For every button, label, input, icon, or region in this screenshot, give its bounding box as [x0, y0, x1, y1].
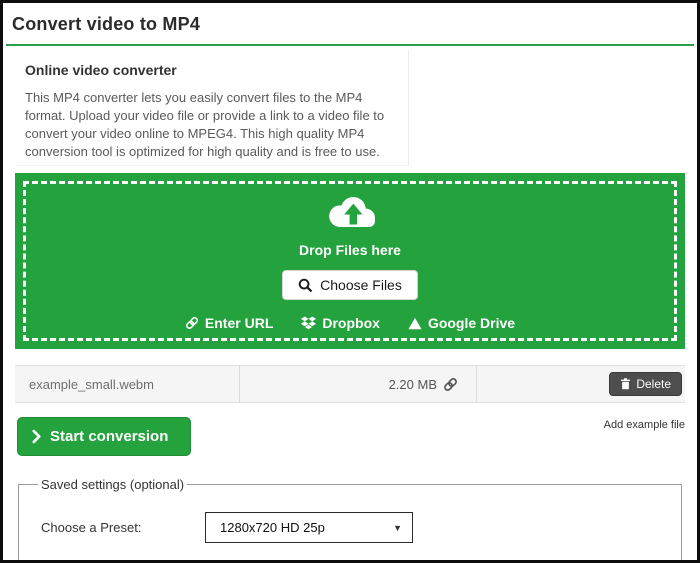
- choose-files-button[interactable]: Choose Files: [282, 270, 418, 300]
- saved-settings-legend: Saved settings (optional): [38, 477, 187, 492]
- delete-button[interactable]: Delete: [609, 372, 682, 396]
- dropzone-dashed-area[interactable]: Drop Files here Choose Files: [23, 181, 677, 341]
- intro-description: This MP4 converter lets you easily conve…: [25, 89, 398, 161]
- delete-label: Delete: [636, 377, 671, 391]
- dropbox-link[interactable]: Dropbox: [301, 315, 380, 331]
- intro-box: Online video converter This MP4 converte…: [15, 50, 409, 166]
- file-size-cell: 2.20 MB: [239, 366, 477, 402]
- start-conversion-label: Start conversion: [50, 428, 168, 445]
- uploaded-file-row: example_small.webm 2.20 MB: [15, 365, 685, 403]
- preset-label: Choose a Preset:: [33, 520, 205, 535]
- preset-select[interactable]: 1280x720 HD 25p ▼: [205, 512, 413, 543]
- search-icon: [298, 278, 313, 293]
- saved-settings-fieldset: Saved settings (optional) Choose a Prese…: [18, 477, 682, 563]
- trash-icon: [620, 378, 631, 390]
- enter-url-label: Enter URL: [205, 315, 273, 331]
- enter-url-link[interactable]: Enter URL: [185, 315, 273, 331]
- start-conversion-button[interactable]: Start conversion: [17, 417, 191, 456]
- link-icon: [185, 316, 199, 330]
- choose-files-label: Choose Files: [320, 277, 402, 293]
- add-example-file-link[interactable]: Add example file: [604, 419, 685, 431]
- link-icon[interactable]: [443, 377, 458, 392]
- preset-selected-value: 1280x720 HD 25p: [220, 520, 325, 535]
- file-name: example_small.webm: [15, 366, 239, 402]
- cloud-upload-icon: [320, 191, 380, 233]
- caret-down-icon: ▼: [393, 523, 402, 533]
- page-title: Convert video to MP4: [12, 14, 697, 35]
- chevron-right-icon: [32, 429, 41, 444]
- dropzone[interactable]: Drop Files here Choose Files: [15, 173, 685, 349]
- dropbox-icon: [301, 316, 316, 330]
- google-drive-icon: [408, 317, 422, 330]
- file-size: 2.20 MB: [389, 377, 437, 392]
- google-drive-label: Google Drive: [428, 315, 515, 331]
- converter-page: Convert video to MP4 Online video conver…: [0, 0, 700, 563]
- intro-heading: Online video converter: [25, 62, 398, 78]
- dropbox-label: Dropbox: [322, 315, 380, 331]
- google-drive-link[interactable]: Google Drive: [408, 315, 515, 331]
- title-divider: [6, 44, 694, 46]
- drop-files-label: Drop Files here: [299, 242, 401, 258]
